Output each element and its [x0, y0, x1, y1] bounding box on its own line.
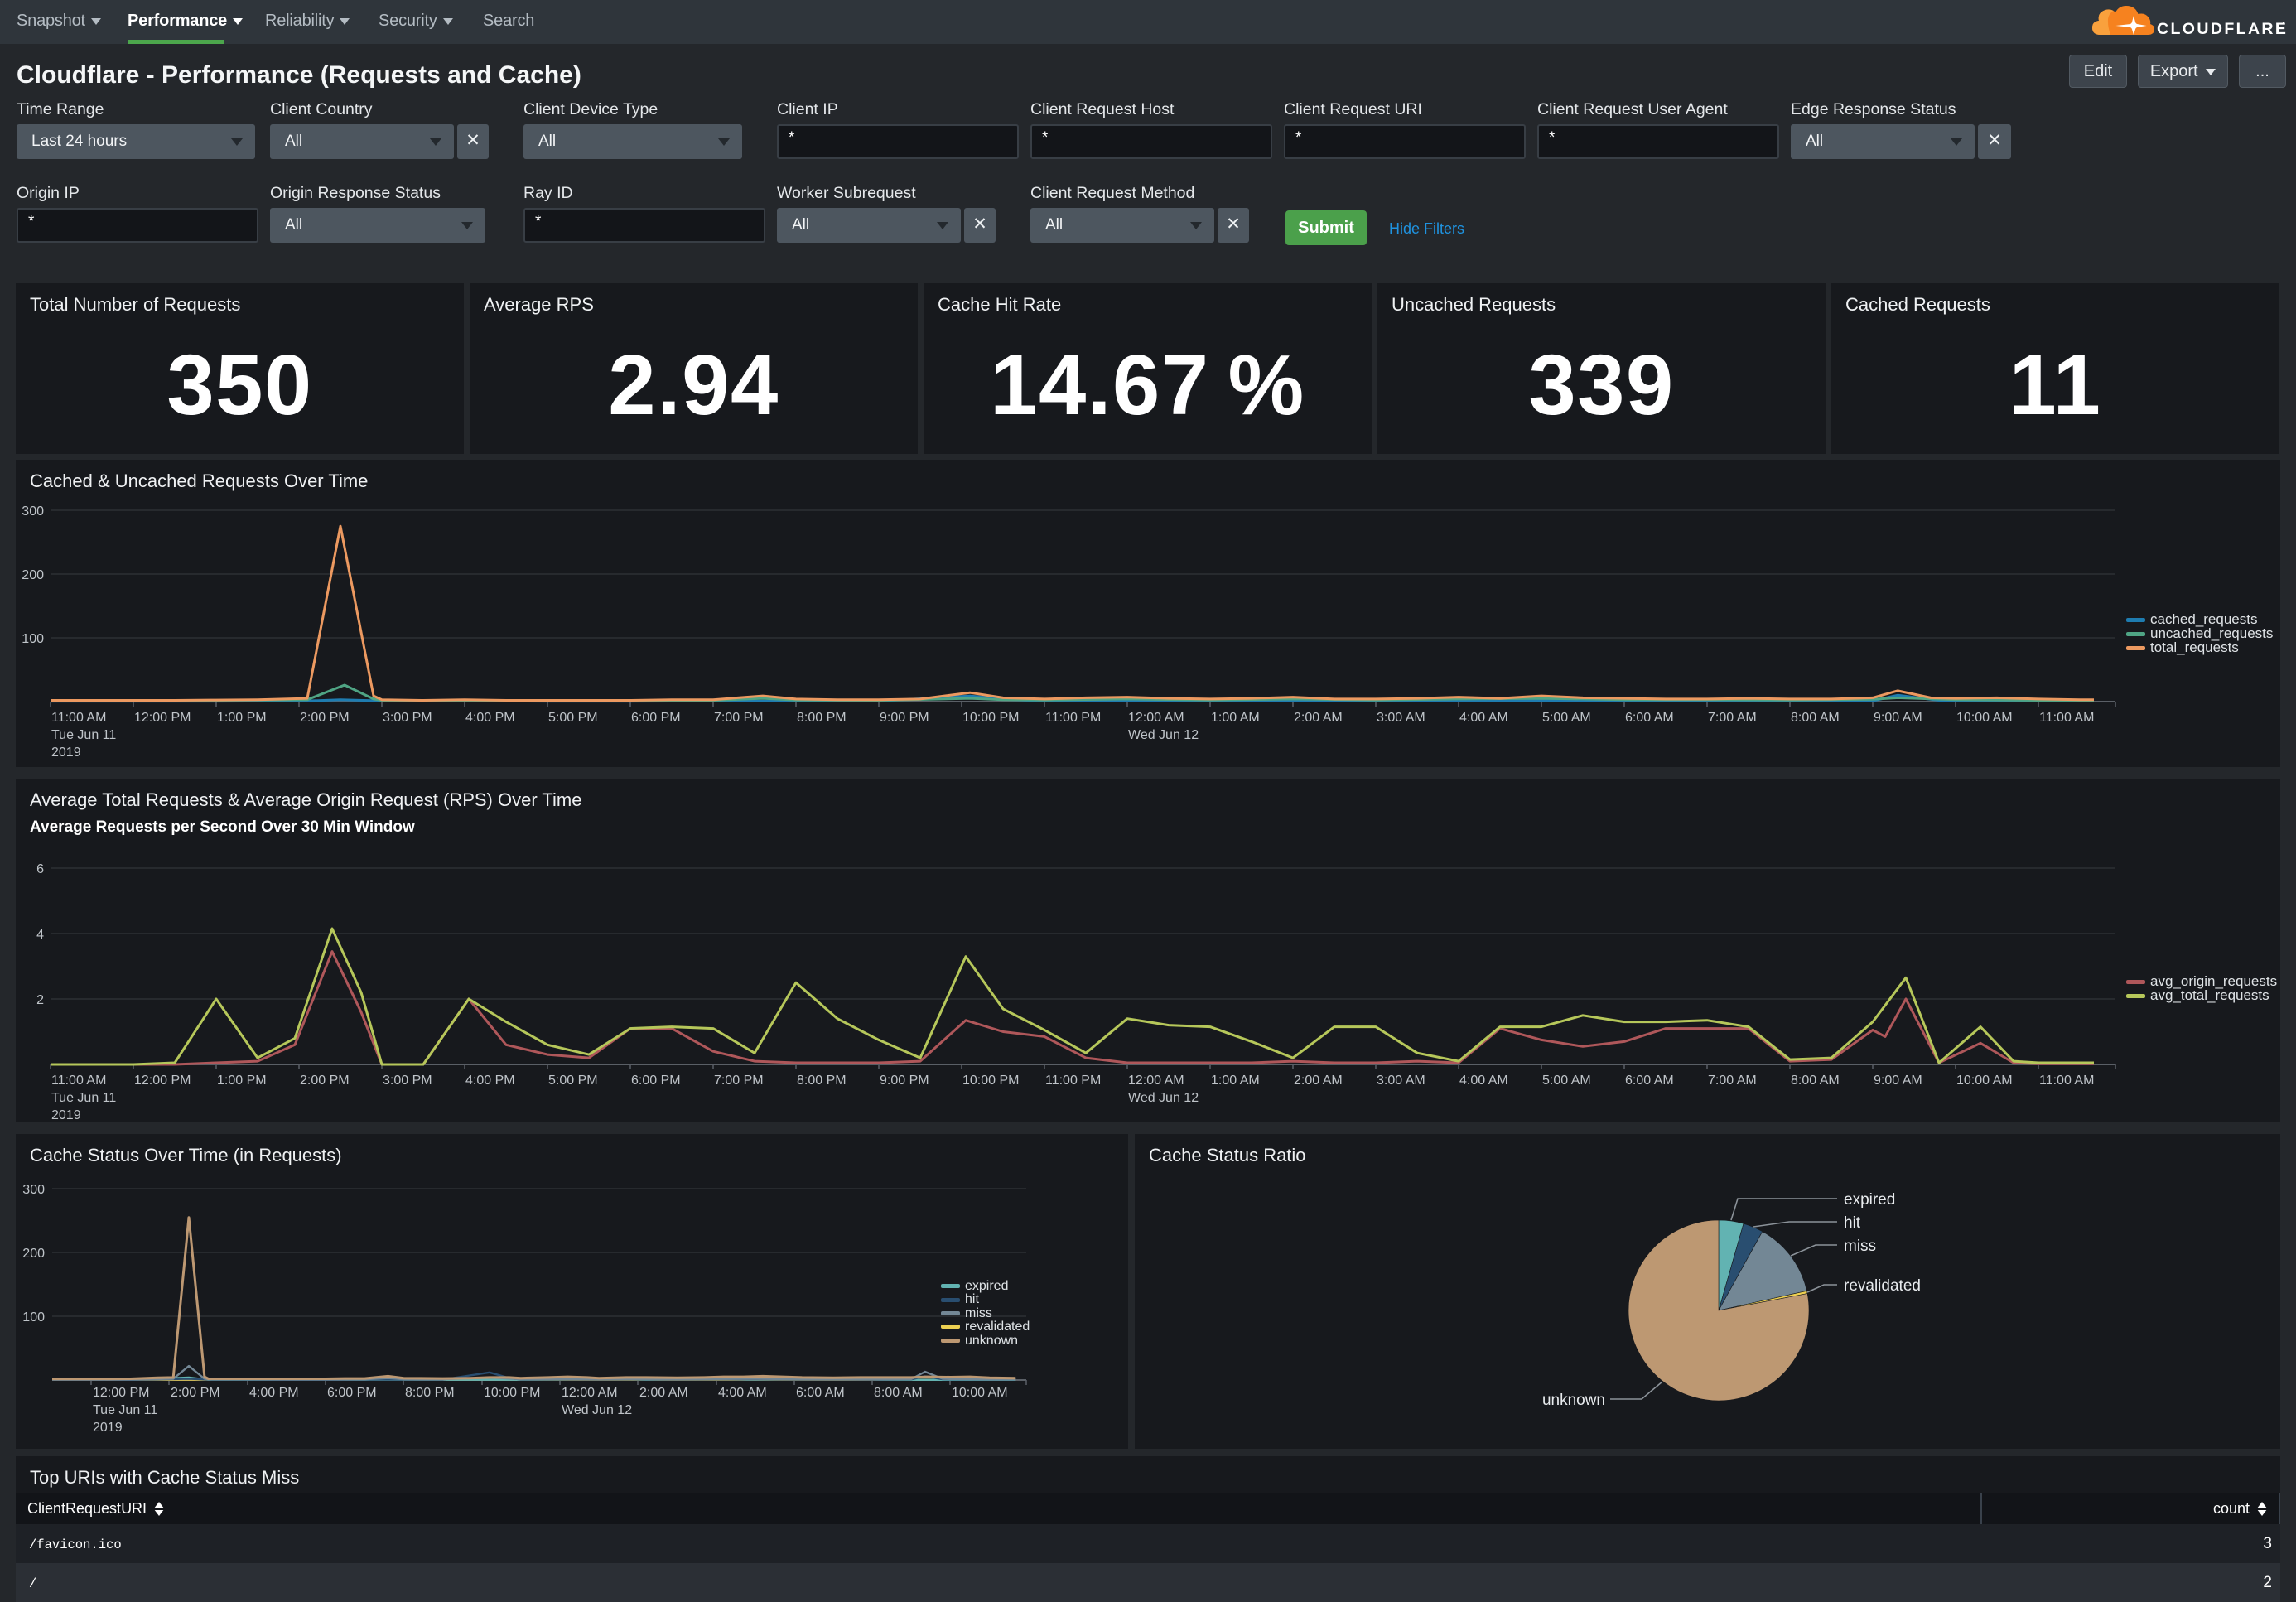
- svg-text:8:00 PM: 8:00 PM: [797, 711, 847, 725]
- svg-text:5:00 AM: 5:00 AM: [1542, 711, 1591, 725]
- svg-text:3:00 AM: 3:00 AM: [1377, 711, 1425, 725]
- svg-text:5:00 AM: 5:00 AM: [1542, 1074, 1591, 1088]
- svg-text:6:00 AM: 6:00 AM: [1625, 711, 1674, 725]
- svg-text:5:00 PM: 5:00 PM: [548, 1074, 598, 1088]
- svg-text:Tue Jun 11: Tue Jun 11: [93, 1403, 157, 1417]
- svg-text:3:00 PM: 3:00 PM: [383, 711, 432, 725]
- svg-text:11:00 PM: 11:00 PM: [1045, 711, 1101, 725]
- svg-text:300: 300: [22, 504, 44, 519]
- svg-text:6:00 AM: 6:00 AM: [796, 1386, 845, 1400]
- svg-text:1:00 PM: 1:00 PM: [217, 1074, 267, 1088]
- svg-text:11:00 AM: 11:00 AM: [2039, 711, 2094, 725]
- svg-text:hit: hit: [1844, 1214, 1861, 1232]
- svg-text:Wed Jun 12: Wed Jun 12: [562, 1403, 632, 1417]
- svg-text:6:00 AM: 6:00 AM: [1625, 1074, 1674, 1088]
- svg-text:revalidated: revalidated: [1844, 1277, 1921, 1295]
- svg-text:12:00 PM: 12:00 PM: [93, 1386, 149, 1400]
- svg-text:9:00 PM: 9:00 PM: [880, 711, 929, 725]
- svg-text:Tue Jun 11: Tue Jun 11: [51, 1091, 116, 1105]
- svg-text:6: 6: [36, 862, 44, 876]
- svg-text:100: 100: [22, 632, 44, 646]
- svg-text:2:00 PM: 2:00 PM: [300, 1074, 350, 1088]
- svg-text:CLOUDFLARE: CLOUDFLARE: [2157, 20, 2288, 38]
- svg-text:6:00 PM: 6:00 PM: [631, 1074, 681, 1088]
- svg-text:3:00 AM: 3:00 AM: [1377, 1074, 1425, 1088]
- svg-text:2: 2: [36, 993, 44, 1007]
- svg-text:8:00 AM: 8:00 AM: [1791, 711, 1840, 725]
- svg-text:2:00 AM: 2:00 AM: [639, 1386, 688, 1400]
- svg-text:10:00 AM: 10:00 AM: [952, 1386, 1008, 1400]
- svg-text:4:00 PM: 4:00 PM: [465, 711, 515, 725]
- svg-text:4:00 AM: 4:00 AM: [1459, 711, 1508, 725]
- svg-text:Tue Jun 11: Tue Jun 11: [51, 728, 116, 742]
- svg-text:12:00 AM: 12:00 AM: [1128, 1074, 1184, 1088]
- svg-text:200: 200: [22, 1247, 45, 1261]
- svg-text:12:00 AM: 12:00 AM: [1128, 711, 1184, 725]
- svg-text:4:00 AM: 4:00 AM: [718, 1386, 767, 1400]
- svg-text:7:00 AM: 7:00 AM: [1708, 1074, 1757, 1088]
- svg-text:6:00 PM: 6:00 PM: [631, 711, 681, 725]
- svg-text:4: 4: [36, 928, 44, 942]
- svg-text:7:00 PM: 7:00 PM: [714, 1074, 764, 1088]
- svg-text:8:00 PM: 8:00 PM: [405, 1386, 455, 1400]
- svg-text:9:00 PM: 9:00 PM: [880, 1074, 929, 1088]
- svg-text:7:00 AM: 7:00 AM: [1708, 711, 1757, 725]
- svg-text:8:00 AM: 8:00 AM: [1791, 1074, 1840, 1088]
- svg-text:1:00 PM: 1:00 PM: [217, 711, 267, 725]
- svg-text:100: 100: [22, 1310, 45, 1325]
- svg-text:7:00 PM: 7:00 PM: [714, 711, 764, 725]
- svg-text:200: 200: [22, 568, 44, 582]
- svg-text:11:00 AM: 11:00 AM: [51, 1074, 106, 1088]
- svg-text:10:00 AM: 10:00 AM: [1956, 1074, 2013, 1088]
- svg-text:1:00 AM: 1:00 AM: [1211, 711, 1260, 725]
- svg-text:12:00 PM: 12:00 PM: [134, 1074, 191, 1088]
- svg-text:5:00 PM: 5:00 PM: [548, 711, 598, 725]
- svg-text:11:00 AM: 11:00 AM: [2039, 1074, 2094, 1088]
- svg-text:10:00 PM: 10:00 PM: [484, 1386, 540, 1400]
- svg-text:expired: expired: [1844, 1191, 1895, 1209]
- svg-text:2:00 PM: 2:00 PM: [171, 1386, 220, 1400]
- svg-text:miss: miss: [1844, 1238, 1876, 1255]
- svg-text:Wed Jun 12: Wed Jun 12: [1128, 1091, 1199, 1105]
- svg-text:9:00 AM: 9:00 AM: [1874, 1074, 1922, 1088]
- svg-text:12:00 PM: 12:00 PM: [134, 711, 191, 725]
- svg-text:unknown: unknown: [1542, 1392, 1605, 1409]
- svg-text:8:00 AM: 8:00 AM: [874, 1386, 923, 1400]
- svg-text:3:00 PM: 3:00 PM: [383, 1074, 432, 1088]
- svg-text:6:00 PM: 6:00 PM: [327, 1386, 377, 1400]
- svg-text:10:00 PM: 10:00 PM: [962, 711, 1019, 725]
- svg-text:4:00 PM: 4:00 PM: [249, 1386, 299, 1400]
- svg-text:10:00 AM: 10:00 AM: [1956, 711, 2013, 725]
- svg-text:2019: 2019: [93, 1421, 123, 1435]
- svg-text:8:00 PM: 8:00 PM: [797, 1074, 847, 1088]
- svg-text:2019: 2019: [51, 746, 81, 760]
- svg-text:10:00 PM: 10:00 PM: [962, 1074, 1019, 1088]
- svg-text:4:00 PM: 4:00 PM: [465, 1074, 515, 1088]
- svg-text:300: 300: [22, 1183, 45, 1197]
- svg-text:2:00 AM: 2:00 AM: [1294, 1074, 1343, 1088]
- svg-text:2:00 AM: 2:00 AM: [1294, 711, 1343, 725]
- svg-text:12:00 AM: 12:00 AM: [562, 1386, 618, 1400]
- svg-text:4:00 AM: 4:00 AM: [1459, 1074, 1508, 1088]
- svg-text:11:00 PM: 11:00 PM: [1045, 1074, 1101, 1088]
- svg-text:Wed Jun 12: Wed Jun 12: [1128, 728, 1199, 742]
- svg-text:2019: 2019: [51, 1108, 81, 1122]
- svg-text:2:00 PM: 2:00 PM: [300, 711, 350, 725]
- svg-text:9:00 AM: 9:00 AM: [1874, 711, 1922, 725]
- svg-text:11:00 AM: 11:00 AM: [51, 711, 106, 725]
- svg-text:1:00 AM: 1:00 AM: [1211, 1074, 1260, 1088]
